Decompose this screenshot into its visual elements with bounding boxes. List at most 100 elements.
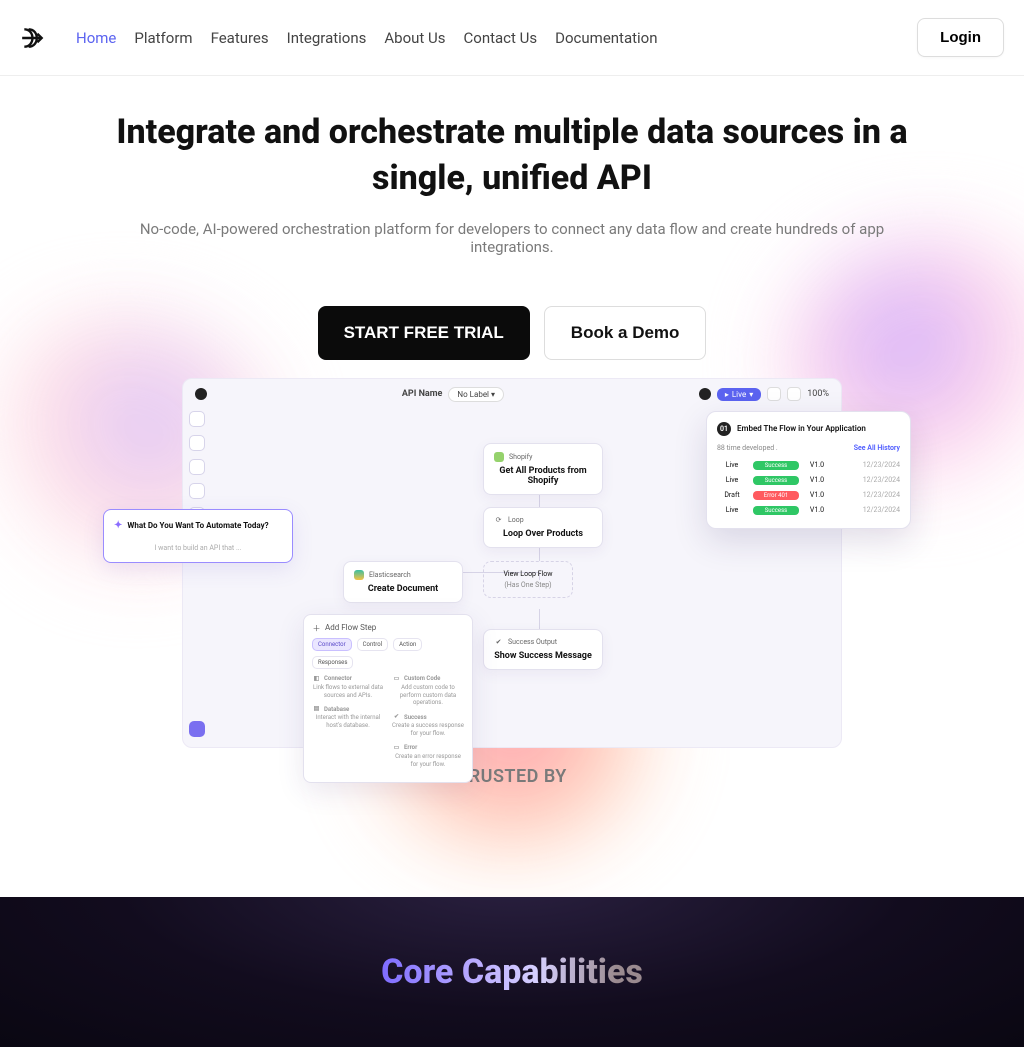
sidebar-bottom-icon <box>189 721 205 737</box>
node-brand: Shopify <box>509 453 532 461</box>
node-brand: Elasticsearch <box>369 571 411 579</box>
node-title: Get All Products from Shopify <box>494 466 592 486</box>
deploy-history-card: 01 Embed The Flow in Your Application 88… <box>706 411 911 529</box>
ai-prompt-placeholder: I want to build an API that ... <box>114 543 282 552</box>
status-badge: Error 401 <box>753 491 799 500</box>
palette-title: Add Flow Step <box>325 623 376 632</box>
connector-line <box>539 609 540 629</box>
node-title: Loop Over Products <box>494 529 592 539</box>
history-version: V1.0 <box>805 461 829 469</box>
trusted-by-label: TRUSTED BY <box>30 766 994 787</box>
play-icon: ▸ <box>725 390 729 399</box>
start-free-trial-button[interactable]: START FREE TRIAL <box>318 306 530 360</box>
hero-cta-row: START FREE TRIAL Book a Demo <box>30 306 994 360</box>
window-dot-icon <box>195 388 207 400</box>
elasticsearch-icon <box>354 570 364 580</box>
nav-link-platform[interactable]: Platform <box>134 29 192 47</box>
mock-top-bar: API Name No Label ▾ ▸ Live ▾ 100% <box>183 379 841 410</box>
nav-links: Home Platform Features Integrations Abou… <box>76 29 917 47</box>
code-icon: ▭ <box>392 675 401 684</box>
history-date: 12/23/2024 <box>835 461 900 469</box>
palette-tab-control: Control <box>357 638 388 651</box>
login-button[interactable]: Login <box>917 18 1004 57</box>
node-brand: Success Output <box>508 638 557 646</box>
palette-tab-responses: Responses <box>312 656 353 669</box>
history-row: Live Success V1.0 12/23/2024 <box>717 503 900 518</box>
book-a-demo-button[interactable]: Book a Demo <box>544 306 707 360</box>
mock-sidebar <box>183 405 211 747</box>
palette-item-name: Custom Code <box>404 675 440 683</box>
nav-link-integrations[interactable]: Integrations <box>287 29 367 47</box>
history-date: 12/23/2024 <box>835 506 900 514</box>
success-icon: ✔ <box>392 713 401 722</box>
node-brand: Loop <box>508 516 524 524</box>
live-pill: ▸ Live ▾ <box>717 388 761 401</box>
history-version: V1.0 <box>805 476 829 484</box>
palette-item-name: Connector <box>324 675 352 683</box>
zoom-level: 100% <box>807 389 829 399</box>
core-capabilities-section: Core Capabilities <box>0 897 1024 1047</box>
node-title: Create Document <box>354 584 452 594</box>
live-label: Live <box>732 390 746 399</box>
history-state: Live <box>717 506 747 514</box>
step-palette-card: ＋Add Flow Step Connector Control Action … <box>303 614 473 784</box>
label-chip: No Label ▾ <box>448 387 504 402</box>
flow-node-shopify: Shopify Get All Products from Shopify <box>483 443 603 495</box>
step-number-badge: 01 <box>717 422 731 436</box>
palette-item-desc: Create a success response for your flow. <box>392 722 464 738</box>
brand-logo-icon <box>20 25 46 51</box>
api-name-label: API Name <box>402 389 443 399</box>
plus-icon: ＋ <box>312 623 321 632</box>
history-rows: Live Success V1.0 12/23/2024 Live Success V1.0… <box>717 458 900 518</box>
hero-subtitle: No-code, AI-powered orchestration platfo… <box>102 220 922 256</box>
node-title: Show Success Message <box>494 651 592 661</box>
history-title: Embed The Flow in Your Application <box>737 424 866 433</box>
hero-title: Integrate and orchestrate multiple data … <box>112 110 912 202</box>
toolbar-icon <box>787 387 801 401</box>
see-all-history-link: See All History <box>854 444 900 452</box>
hero-section: Integrate and orchestrate multiple data … <box>0 76 1024 787</box>
connector-icon: ◧ <box>312 675 321 684</box>
status-badge: Success <box>753 506 799 515</box>
palette-item-name: Error <box>404 744 417 752</box>
sidebar-icon <box>189 459 205 475</box>
history-state: Draft <box>717 491 747 499</box>
top-nav: Home Platform Features Integrations Abou… <box>0 0 1024 76</box>
status-badge: Success <box>753 476 799 485</box>
flow-node-view-loop: View Loop Flow (Has One Step) <box>483 561 573 598</box>
history-date: 12/23/2024 <box>835 476 900 484</box>
nav-link-documentation[interactable]: Documentation <box>555 29 657 47</box>
history-date: 12/23/2024 <box>835 491 900 499</box>
core-capabilities-heading: Core Capabilities <box>381 952 643 992</box>
history-row: LiveSuccessV1.012/23/2024 <box>717 458 900 473</box>
palette-item-desc: Interact with the internal host's databa… <box>312 714 384 730</box>
product-screenshot: API Name No Label ▾ ▸ Live ▾ 100% <box>182 378 842 748</box>
status-dot-icon <box>699 388 711 400</box>
nav-link-contact-us[interactable]: Contact Us <box>464 29 538 47</box>
ai-prompt-title: What Do You Want To Automate Today? <box>127 521 268 530</box>
palette-item-desc: Create an error response for your flow. <box>392 753 464 769</box>
loop-icon: ⟳ <box>494 516 503 525</box>
history-row: Live Success V1.0 12/23/2024 <box>717 473 900 488</box>
database-icon: ▤ <box>312 705 321 714</box>
nav-link-features[interactable]: Features <box>211 29 269 47</box>
ai-prompt-card: ✦ What Do You Want To Automate Today? I w… <box>103 509 293 563</box>
history-version: V1.0 <box>805 491 829 499</box>
history-version: V1.0 <box>805 506 829 514</box>
history-state: Live <box>717 461 747 469</box>
sparkle-icon: ✦ <box>114 520 122 531</box>
history-state: Live <box>717 476 747 484</box>
palette-item-name: Database <box>324 706 349 714</box>
shopify-icon <box>494 452 504 462</box>
chevron-down-icon: ▾ <box>749 390 753 399</box>
node-sub: (Has One Step) <box>494 581 562 589</box>
flow-node-loop: ⟳ Loop Loop Over Products <box>483 507 603 548</box>
nav-link-home[interactable]: Home <box>76 29 116 47</box>
node-title: View Loop Flow <box>494 570 562 578</box>
history-subtitle: 88 time developed . <box>717 444 778 452</box>
sidebar-icon <box>189 483 205 499</box>
palette-item-name: Success <box>404 714 427 722</box>
nav-link-about-us[interactable]: About Us <box>384 29 445 47</box>
sidebar-icon <box>189 411 205 427</box>
flow-node-success: ✔Success Output Show Success Message <box>483 629 603 670</box>
